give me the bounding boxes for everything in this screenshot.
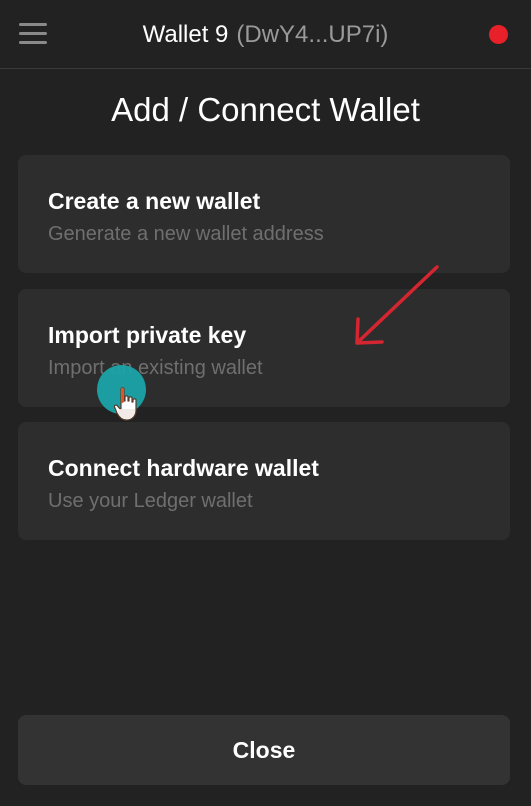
page-title: Add / Connect Wallet — [111, 91, 420, 128]
option-subtitle: Import an existing wallet — [48, 357, 263, 379]
connect-hardware-wallet-option[interactable]: Connect hardware wallet Use your Ledger … — [18, 422, 510, 540]
option-title: Connect hardware wallet — [48, 455, 319, 481]
wallet-name: Wallet 9 — [142, 21, 229, 48]
wallet-app: Wallet 9 (DwY4...UP7i) Add / Connect Wall… — [0, 0, 531, 806]
option-title: Create a new wallet — [48, 188, 261, 214]
top-bar: Wallet 9 (DwY4...UP7i) — [0, 0, 531, 69]
wallet-address: (DwY4...UP7i) — [236, 21, 389, 48]
create-new-wallet-option[interactable]: Create a new wallet Generate a new walle… — [18, 155, 510, 273]
option-title: Import private key — [48, 322, 247, 348]
option-subtitle: Use your Ledger wallet — [48, 490, 253, 512]
wallet-selector[interactable]: Wallet 9 (DwY4...UP7i) — [0, 20, 531, 50]
connection-status-dot — [489, 25, 508, 44]
import-private-key-option[interactable]: Import private key Import an existing wa… — [18, 289, 510, 407]
option-subtitle: Generate a new wallet address — [48, 223, 324, 245]
close-button[interactable]: Close — [18, 715, 510, 785]
